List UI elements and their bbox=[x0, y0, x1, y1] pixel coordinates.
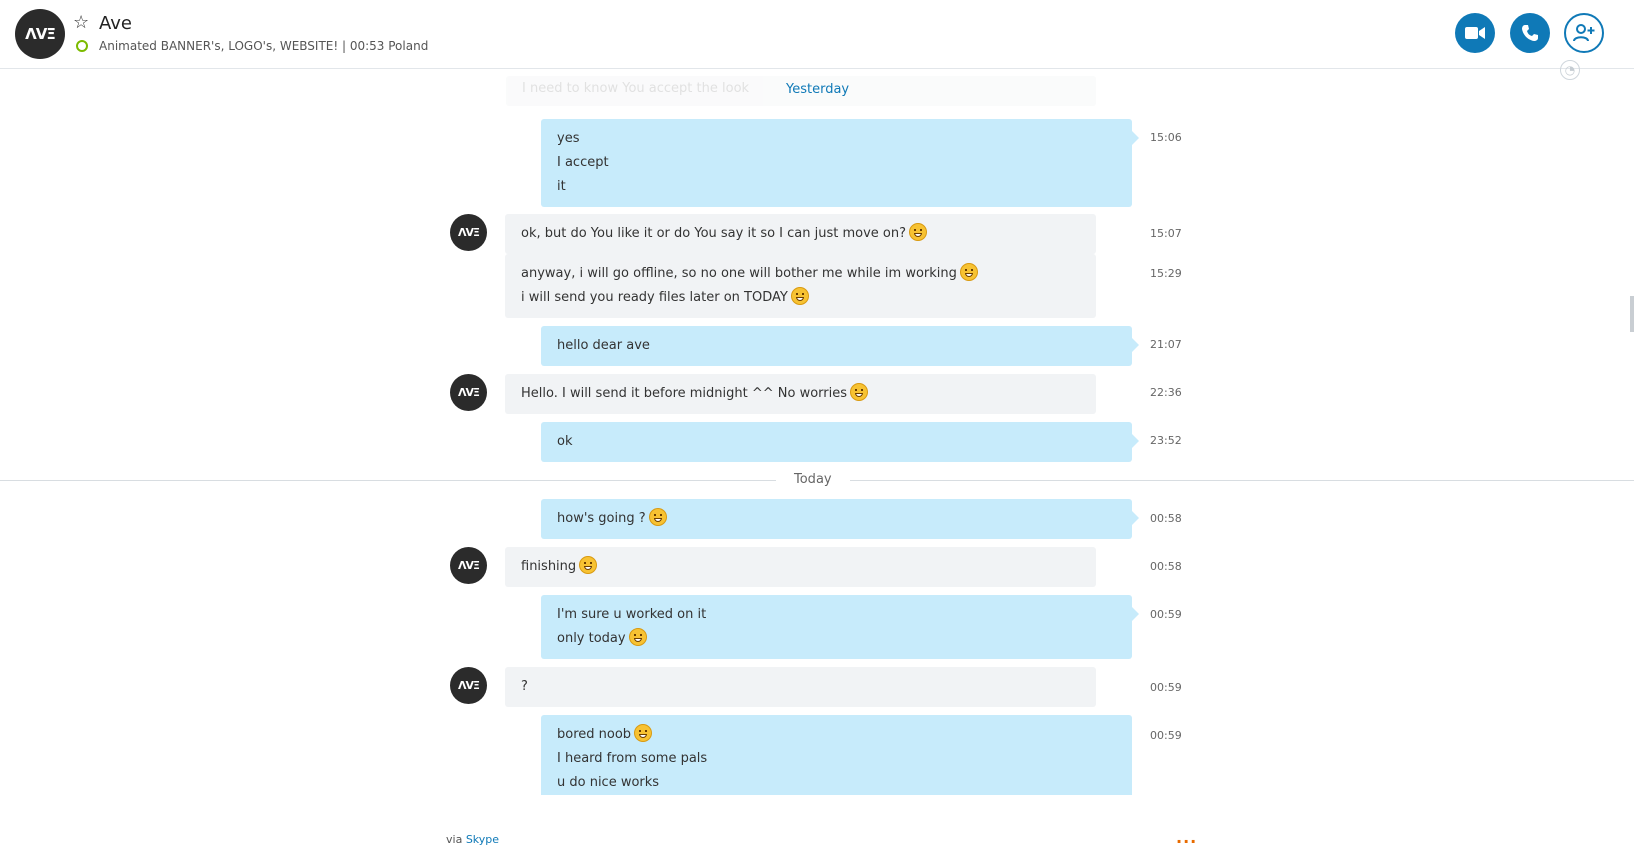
video-call-button[interactable] bbox=[1455, 13, 1495, 53]
message-text: I'm sure u worked on it bbox=[557, 607, 707, 622]
message-text: it bbox=[557, 179, 566, 194]
grin-emoji-icon bbox=[648, 508, 667, 526]
message-timestamp: 00:59 bbox=[1150, 681, 1182, 694]
message-timestamp: 15:29 bbox=[1150, 267, 1182, 280]
message-text: Hello. I will send it before midnight ^^… bbox=[521, 382, 1080, 406]
tongue-emoji-icon bbox=[850, 383, 869, 401]
audio-call-button[interactable] bbox=[1510, 13, 1550, 53]
star-icon[interactable]: ☆ bbox=[73, 12, 89, 33]
message-bubble-in[interactable]: finishing bbox=[505, 547, 1096, 587]
status-online-icon bbox=[76, 40, 88, 52]
message-bubble-out[interactable]: I'm sure u worked on it only today bbox=[541, 595, 1139, 659]
message-text: ok bbox=[557, 434, 573, 449]
smile-emoji-icon bbox=[790, 287, 809, 305]
video-camera-icon bbox=[1465, 27, 1485, 39]
day-separator-yesterday: Yesterday bbox=[786, 82, 850, 97]
message-text: how's going ? bbox=[557, 507, 1116, 531]
via-text: via bbox=[446, 833, 463, 846]
sender-avatar[interactable]: ΛVΞ bbox=[450, 547, 487, 584]
message-bubble-in[interactable]: ? bbox=[505, 667, 1096, 707]
message-timestamp: 22:36 bbox=[1150, 386, 1182, 399]
add-person-icon bbox=[1573, 24, 1595, 42]
message-timestamp: 15:07 bbox=[1150, 227, 1182, 240]
message-timestamp: 00:59 bbox=[1150, 729, 1182, 742]
message-text: ? bbox=[521, 679, 528, 694]
add-people-button[interactable] bbox=[1564, 13, 1604, 53]
message-bubble-out[interactable]: how's going ? bbox=[541, 499, 1139, 539]
message-timestamp: 00:58 bbox=[1150, 512, 1182, 525]
more-options-button[interactable]: ... bbox=[1176, 828, 1197, 847]
smile-emoji-icon bbox=[634, 724, 653, 742]
message-bubble-out[interactable]: bored noob I heard from some pals u do n… bbox=[541, 715, 1132, 795]
message-bubble-in[interactable]: Hello. I will send it before midnight ^^… bbox=[505, 374, 1096, 414]
message-timestamp: 21:07 bbox=[1150, 338, 1182, 351]
scrollbar-thumb[interactable] bbox=[1630, 296, 1634, 332]
sender-avatar[interactable]: ΛVΞ bbox=[450, 667, 487, 704]
message-text: bored noob bbox=[557, 723, 1116, 747]
message-text: yes bbox=[557, 131, 580, 146]
skype-link[interactable]: Skype bbox=[466, 833, 499, 846]
smile-emoji-icon bbox=[579, 556, 598, 574]
message-text: ok, but do You like it or do You say it … bbox=[521, 222, 1080, 246]
contact-name[interactable]: Ave bbox=[99, 13, 132, 34]
day-separator-today: Today bbox=[794, 472, 832, 487]
conversation-header: ΛVΞ ☆ Ave Animated BANNER's, LOGO's, WEB… bbox=[0, 0, 1634, 69]
message-timestamp: 23:52 bbox=[1150, 434, 1182, 447]
message-text: finishing bbox=[521, 555, 1080, 579]
smile-emoji-icon bbox=[959, 263, 978, 281]
message-bubble-out[interactable]: hello dear ave bbox=[541, 326, 1139, 366]
message-bubble-out[interactable]: ok bbox=[541, 422, 1139, 462]
message-timestamp: 00:59 bbox=[1150, 608, 1182, 621]
grin-emoji-icon bbox=[909, 223, 928, 241]
sender-avatar[interactable]: ΛVΞ bbox=[450, 214, 487, 251]
message-timestamp: 00:58 bbox=[1150, 560, 1182, 573]
message-text: only today bbox=[557, 627, 1116, 651]
message-text: anyway, i will go offline, so no one wil… bbox=[521, 262, 1080, 286]
day-divider-line bbox=[850, 480, 1634, 481]
mood-message: Animated BANNER's, LOGO's, WEBSITE! | 00… bbox=[99, 39, 429, 53]
grin-emoji-icon bbox=[628, 628, 647, 646]
message-text: hello dear ave bbox=[557, 338, 650, 353]
faded-message-text: I need to know You accept the look bbox=[522, 81, 750, 96]
message-text: I heard from some pals bbox=[557, 751, 708, 766]
message-bubble-in[interactable]: anyway, i will go offline, so no one wil… bbox=[505, 254, 1096, 318]
message-text: I accept bbox=[557, 155, 609, 170]
globe-icon[interactable]: ◔ bbox=[1560, 60, 1580, 80]
phone-icon bbox=[1522, 25, 1538, 41]
message-text: u do nice works bbox=[557, 775, 660, 790]
via-skype-label: via Skype bbox=[446, 833, 499, 846]
message-timestamp: 15:06 bbox=[1150, 131, 1182, 144]
contact-avatar[interactable]: ΛVΞ bbox=[15, 9, 65, 59]
day-divider-line bbox=[0, 480, 776, 481]
message-bubble-in[interactable]: ok, but do You like it or do You say it … bbox=[505, 214, 1096, 254]
sender-avatar[interactable]: ΛVΞ bbox=[450, 374, 487, 411]
message-text: i will send you ready files later on TOD… bbox=[521, 286, 1080, 310]
message-bubble-out[interactable]: yes I accept it bbox=[541, 119, 1139, 207]
